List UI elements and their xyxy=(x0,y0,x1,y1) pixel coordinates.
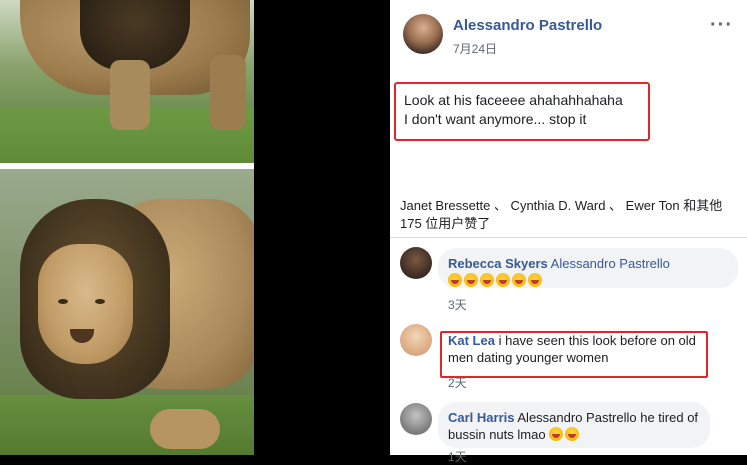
comment-bubble: Kat Lea i have seen this look before on … xyxy=(438,328,728,370)
lion-eye xyxy=(58,299,68,304)
laughing-emoji-icon xyxy=(512,273,526,287)
laughing-emoji-icon xyxy=(496,273,510,287)
comment-avatar[interactable] xyxy=(400,247,432,279)
commenter-name[interactable]: Rebecca Skyers xyxy=(448,256,548,271)
lion-paw xyxy=(150,409,220,449)
comment-avatar[interactable] xyxy=(400,324,432,356)
comment-avatar[interactable] xyxy=(400,403,432,435)
comment-bubble: Rebecca Skyers Alessandro Pastrello xyxy=(438,248,738,288)
emoji-row xyxy=(448,272,728,289)
likes-summary[interactable]: Janet Bressette 、 Cynthia D. Ward 、 Ewer… xyxy=(400,197,745,233)
laughing-emoji-icon xyxy=(528,273,542,287)
lion-face xyxy=(38,244,133,364)
laughing-emoji-icon xyxy=(565,427,580,441)
post-photo-panel[interactable] xyxy=(0,0,254,455)
laughing-emoji-icon xyxy=(448,273,462,287)
lion-leg xyxy=(210,55,246,130)
divider xyxy=(390,237,747,238)
commenter-name[interactable]: Carl Harris xyxy=(448,410,514,425)
more-options-icon[interactable]: ··· xyxy=(710,14,733,37)
lion-photo-bottom[interactable] xyxy=(0,169,254,455)
mention[interactable]: Alessandro Pastrello xyxy=(551,256,670,271)
comment-time[interactable]: 1天 xyxy=(448,448,467,465)
author-avatar[interactable] xyxy=(403,14,443,54)
comment-time[interactable]: 2天 xyxy=(448,374,467,391)
post-author[interactable]: Alessandro Pastrello xyxy=(453,17,602,34)
comment-bubble: Carl Harris Alessandro Pastrello he tire… xyxy=(438,402,710,448)
post-text: Look at his faceeee ahahahhahaha I don't… xyxy=(404,92,623,127)
lion-photo-top[interactable] xyxy=(0,0,254,163)
post-date[interactable]: 7月24日 xyxy=(453,40,497,57)
laughing-emoji-icon xyxy=(464,273,478,287)
post-panel: Alessandro Pastrello 7月24日 ··· Look at h… xyxy=(390,0,747,464)
lion-leg xyxy=(110,60,150,130)
commenter-name[interactable]: Kat Lea xyxy=(448,333,495,348)
lion-eye xyxy=(95,299,105,304)
laughing-emoji-icon xyxy=(549,427,564,441)
laughing-emoji-icon xyxy=(480,273,494,287)
comment-time[interactable]: 3天 xyxy=(448,296,467,313)
